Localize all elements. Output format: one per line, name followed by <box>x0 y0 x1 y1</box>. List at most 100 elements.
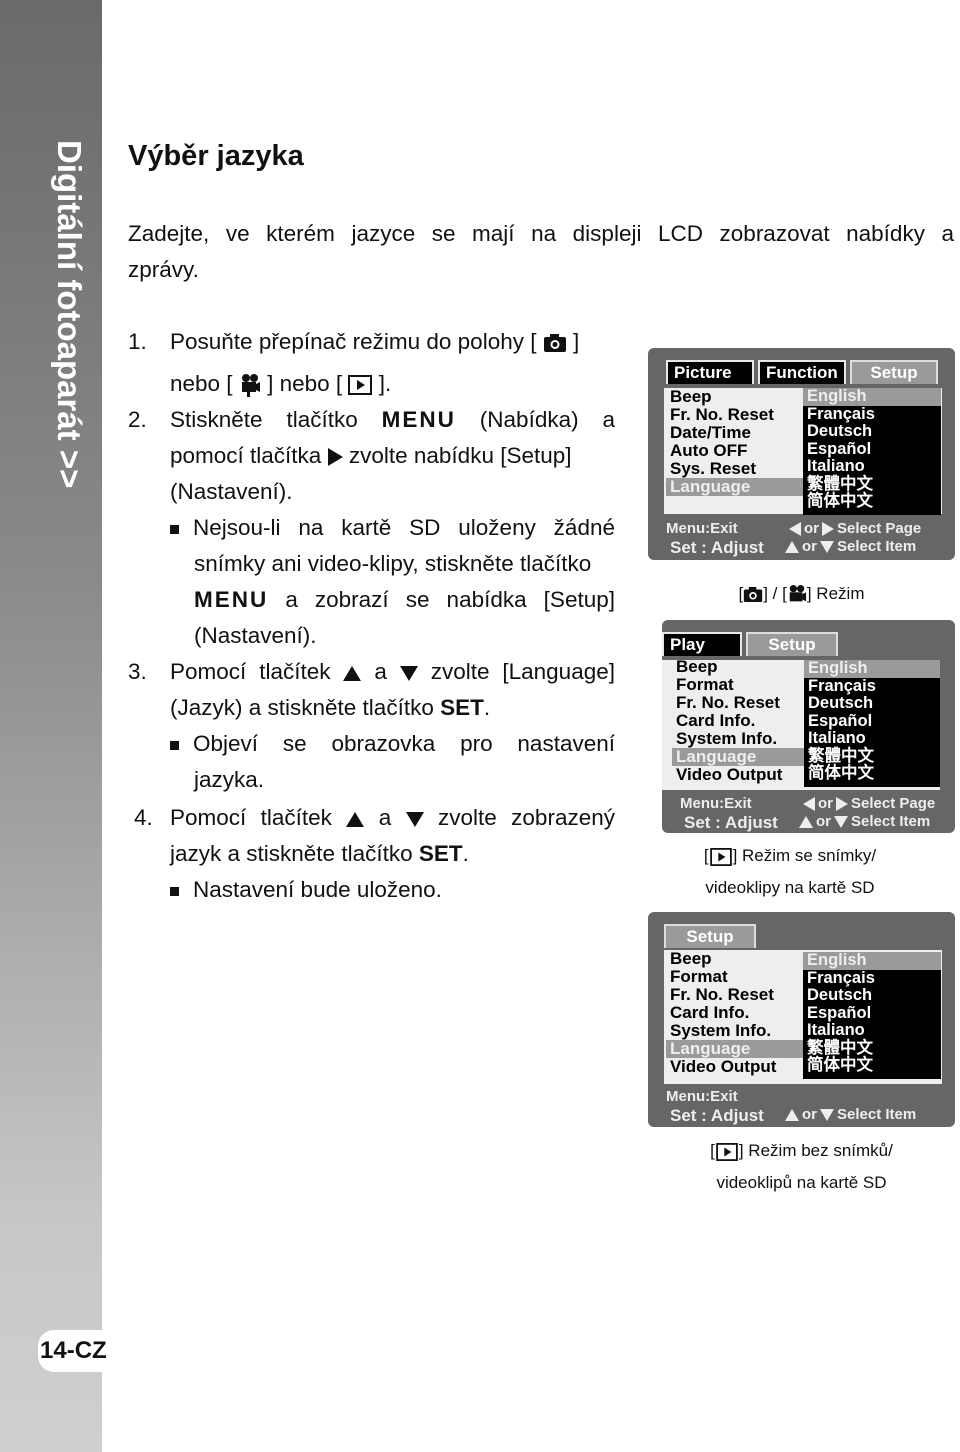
lcd-menu-screen: Setup Beep Format Fr. No. Reset Card Info. Sy… <box>648 912 955 1127</box>
arrow-up-icon <box>799 816 813 829</box>
text: Nejsou-li na kartě SD uloženy žádné <box>193 515 615 540</box>
menu-item: System Info. <box>676 729 778 748</box>
text: Select Item <box>837 538 917 555</box>
language-option: 简体中文 <box>808 764 874 782</box>
select-page-hint: or Select Page <box>800 795 935 812</box>
step-number: 3. <box>128 659 147 684</box>
arrow-left-icon <box>789 522 801 537</box>
footer-line: Menu:Exit <box>666 1088 943 1105</box>
bullet-line: MENU a zobrazí se nabídka [Setup] <box>194 582 615 618</box>
caption-line: [] / [] Režim <box>648 578 955 610</box>
menu-key: MENU <box>381 407 456 432</box>
step-text: nebo [ ] nebo [ ]. <box>170 366 391 402</box>
language-option: Français <box>807 968 875 987</box>
language-list: English Français Deutsch Español Italiano 繁體中… <box>804 659 940 787</box>
language-option: 简体中文 <box>807 492 873 510</box>
menu-item: System Info. <box>670 1021 772 1040</box>
bullet-line: (Nastavení). <box>194 623 317 648</box>
menu-item: Language <box>666 1040 803 1058</box>
screen-caption: [] Režim se snímky/videoklipy na kartě S… <box>640 840 940 904</box>
tab-setup: Setup <box>746 632 838 656</box>
step-number: 4. <box>134 805 153 830</box>
caption-line: [] Režim bez snímků/ <box>648 1135 955 1167</box>
step-text: (Jazyk) a stiskněte tlačítko SET. <box>170 690 490 726</box>
lcd-menu-screen: Picture Function Setup Beep Fr. No. Reset Dat… <box>648 348 955 560</box>
language-option: Español <box>807 439 872 458</box>
step-text: pomocí tlačítka zvolte nabídku [Setup] <box>170 438 572 474</box>
camera-icon <box>543 334 566 353</box>
language-option: Deutsch <box>808 694 874 712</box>
screen-caption: [] / [] Režim <box>648 578 955 610</box>
step-text: (Nastavení). <box>170 479 293 504</box>
menu-item: Card Info. <box>670 1003 750 1022</box>
bullet-line: snímky ani video-klipy, stiskněte tlačít… <box>194 551 592 576</box>
menu-item: Fr. No. Reset <box>670 985 774 1004</box>
language-option: Deutsch <box>807 422 873 440</box>
menu-item: Card Info. <box>676 711 756 730</box>
arrow-up-icon <box>785 1109 799 1122</box>
step-text: Posuňte přepínač režimu do polohy [ ] <box>170 324 579 360</box>
select-item-hint: or Select Item <box>796 813 930 830</box>
menu-item: Language <box>666 478 803 496</box>
tab-function: Function <box>758 360 846 384</box>
or-text: or <box>818 795 833 812</box>
text: Pomocí tlačítek <box>170 805 332 830</box>
intro-line: Zadejte, ve kterém jazyce se mají na dis… <box>128 221 954 246</box>
or-text: or <box>804 520 819 537</box>
menu-item: Auto OFF <box>670 441 748 460</box>
menu-items: Beep Format Fr. No. Reset Card Info. System … <box>666 950 803 1076</box>
language-option: Français <box>807 404 875 423</box>
arrow-down-icon <box>820 1109 834 1122</box>
text: Posuňte přepínač režimu do polohy [ <box>170 329 537 354</box>
set-adjust-hint: Set : Adjust <box>670 1106 764 1125</box>
language-option: Italiano <box>807 1021 865 1039</box>
arrow-up-icon <box>785 541 799 554</box>
select-item-hint: or Select Item <box>782 538 916 555</box>
select-page-hint: or Select Page <box>786 520 921 537</box>
intro-line: zprávy. <box>128 257 199 282</box>
manual-page: Digitální fotoaparát >> 14-CZ Výběr jazy… <box>0 0 960 1452</box>
text: ] Režim bez snímků/ <box>738 1141 893 1160</box>
language-option: Español <box>808 711 873 730</box>
menu-key: MENU <box>194 587 269 612</box>
step-text: jazyk a stiskněte tlačítko SET. <box>170 836 469 872</box>
tab-play: Play <box>662 632 742 656</box>
language-option: 繁體中文 <box>807 1038 873 1057</box>
set-key: SET <box>440 695 484 720</box>
arrow-down-icon <box>834 816 848 829</box>
text: a zobrazí se nabídka [Setup] <box>285 587 615 612</box>
down-arrow-icon <box>399 665 418 681</box>
or-text: or <box>802 1106 817 1123</box>
step-number: 1. <box>128 329 147 354</box>
step-text: Stiskněte tlačítko MENU (Nabídka) a <box>170 402 615 438</box>
text: Select Item <box>837 1106 917 1123</box>
language-list: English Français Deutsch Español Italiano 繁體中… <box>803 951 941 1079</box>
footer-line: Menu:Exit or Select Page <box>666 520 943 537</box>
language-option: English <box>803 387 941 406</box>
menu-items: Beep Format Fr. No. Reset Card Info. System … <box>672 658 804 784</box>
language-option: Italiano <box>808 729 866 747</box>
arrow-left-icon <box>803 797 815 812</box>
page-number: 14-CZ <box>38 1330 112 1372</box>
right-arrow-icon <box>327 448 343 467</box>
menu-item: Language <box>672 748 804 766</box>
menu-tabs: Setup <box>664 924 756 948</box>
text: Nastavení bude uloženo. <box>193 877 442 902</box>
text: pomocí tlačítka <box>170 443 322 468</box>
bullet-line: jazyka. <box>194 767 265 792</box>
text: Pomocí tlačítek <box>170 659 331 684</box>
text: ]. <box>378 371 392 396</box>
page-title: Výběr jazyka <box>128 140 304 172</box>
arrow-down-icon <box>820 541 834 554</box>
step-number: 2. <box>128 407 147 432</box>
text: ] Režim se snímky/ <box>732 846 877 865</box>
video-camera-icon <box>241 374 260 398</box>
menu-item: Format <box>676 675 734 694</box>
down-arrow-icon <box>405 811 424 827</box>
arrow-right-icon <box>822 522 834 537</box>
up-arrow-icon <box>346 811 365 827</box>
bullet-icon <box>170 740 179 750</box>
menu-item: Sys. Reset <box>670 459 756 478</box>
set-key: SET <box>418 841 463 866</box>
menu-exit-hint: Menu:Exit <box>666 520 738 537</box>
